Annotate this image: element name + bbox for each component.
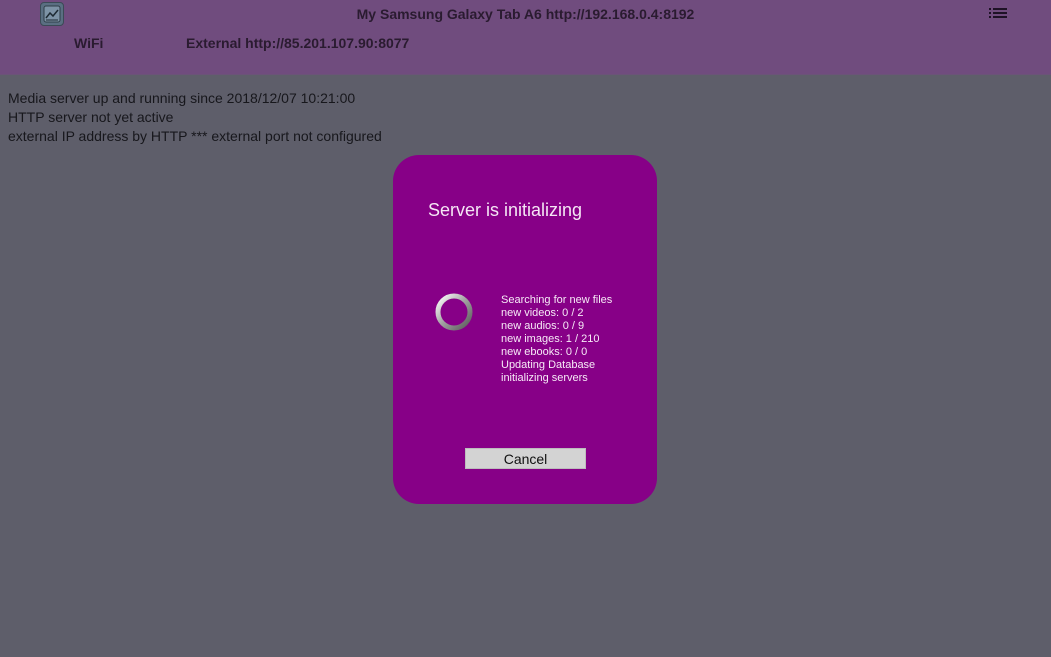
dialog-title: Server is initializing [428, 200, 583, 220]
status-line: Media server up and running since 2018/1… [8, 90, 356, 106]
external-address-label: External http://85.201.107.90:8077 [186, 35, 410, 51]
progress-line: new ebooks: 0 / 0 [501, 346, 588, 358]
device-title: My Samsung Galaxy Tab A6 http://192.168.… [356, 6, 695, 22]
initializing-dialog: Server is initializing Searching for new… [393, 155, 657, 504]
wifi-label: WiFi [74, 35, 104, 51]
progress-status: Searching for new files new videos: 0 / … [501, 294, 612, 385]
cancel-button[interactable]: Cancel [465, 448, 586, 469]
progress-line: new audios: 0 / 9 [501, 320, 585, 332]
status-log: Media server up and running since 2018/1… [8, 89, 382, 146]
status-line: external IP address by HTTP *** external… [8, 128, 382, 144]
progress-line: new videos: 0 / 2 [501, 307, 584, 319]
status-line: HTTP server not yet active [8, 109, 174, 125]
page: My Samsung Galaxy Tab A6 http://192.168.… [0, 0, 1051, 657]
progress-line: initializing servers [501, 372, 588, 384]
top-bar: My Samsung Galaxy Tab A6 http://192.168.… [0, 0, 1051, 75]
progress-line: Searching for new files [501, 294, 613, 306]
progress-line: new images: 1 / 210 [501, 333, 600, 345]
progress-line: Updating Database [501, 359, 596, 371]
list-menu-icon[interactable] [989, 8, 1007, 22]
loading-spinner-icon [434, 292, 474, 332]
